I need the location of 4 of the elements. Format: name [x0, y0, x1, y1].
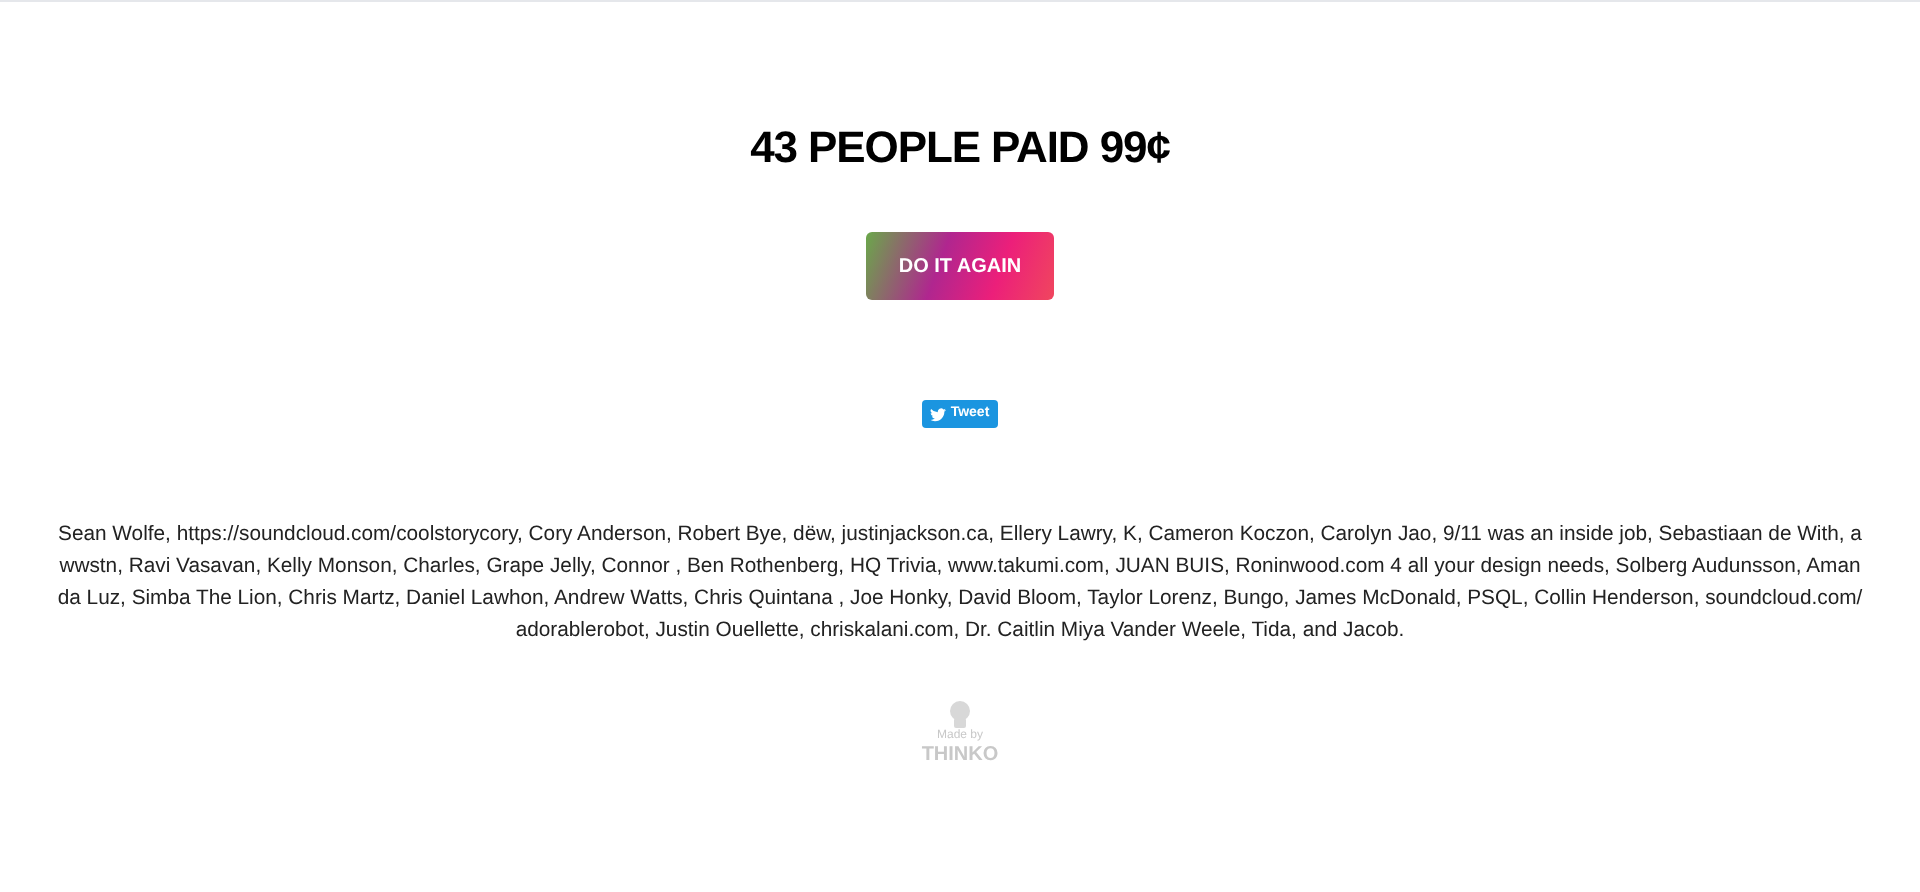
- do-it-again-button[interactable]: DO IT AGAIN: [866, 232, 1054, 300]
- bird-icon: [930, 407, 947, 421]
- supporter-names: Sean Wolfe, https://soundcloud.com/coolstorycory, Cory Anderson, Robert Bye, dëw, justinjackson.ca, Ellery Lawry, K, Cameron Koczon, Carolyn Jao, 9/11 was an inside job, Sebastiaan de With, a wwstn, Ravi Vasavan, Kelly Monson, Charles, Grape Jelly, Connor , Ben Rothenberg, HQ Trivia, www.takumi.com, JUAN BUIS, Roninwood.com 4 all your design needs, Solberg Audunsson, Amanda Luz, Simba The Lion, Chris Martz, Daniel Lawhon, Andrew Watts, Chris Quintana , Joe Honky, David Bloom, Taylor Lorenz, Bungo, James McDonald, PSQL, Collin Henderson, soundcloud.com/adorablerobot, Justin Ouellette, chriskalani.com, Dr. Caitlin Miya Vander Weele, Tida, and Jacob.: [55, 522, 1865, 646]
- headline: 43 PEOPLE PAID 99¢: [750, 120, 1170, 176]
